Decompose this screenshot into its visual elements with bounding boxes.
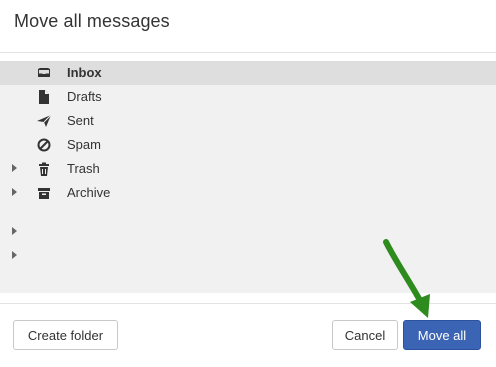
- folder-item-sent[interactable]: Sent: [0, 109, 496, 133]
- folder-item-inbox[interactable]: Inbox: [0, 61, 496, 85]
- trash-icon: [36, 161, 52, 177]
- folder-item-drafts[interactable]: Drafts: [0, 85, 496, 109]
- archive-icon: [36, 185, 52, 201]
- folder-label: Inbox: [67, 65, 102, 80]
- folder-item-spam[interactable]: Spam: [0, 133, 496, 157]
- folder-item-archive[interactable]: Archive: [0, 181, 496, 205]
- folder-label: Drafts: [67, 89, 102, 104]
- dialog-header: Move all messages: [0, 0, 496, 53]
- expand-caret-icon[interactable]: [12, 164, 17, 172]
- create-folder-button[interactable]: Create folder: [13, 320, 118, 350]
- dialog-title: Move all messages: [14, 11, 170, 31]
- move-all-button[interactable]: Move all: [403, 320, 481, 350]
- folder-label: Archive: [67, 185, 111, 200]
- inbox-icon: [36, 65, 52, 81]
- drafts-icon: [36, 89, 52, 105]
- folder-label: Spam: [67, 137, 101, 152]
- folder-label: Sent: [67, 113, 94, 128]
- expand-caret-icon[interactable]: [12, 188, 17, 196]
- cancel-button[interactable]: Cancel: [332, 320, 398, 350]
- sent-icon: [36, 113, 52, 129]
- spam-icon: [36, 137, 52, 153]
- folder-item-trash[interactable]: Trash: [0, 157, 496, 181]
- dialog-footer: Create folder Cancel Move all: [0, 303, 496, 367]
- move-all-dialog: Move all messages Inbox Drafts Sent Spam…: [0, 0, 496, 366]
- expand-caret-icon[interactable]: [12, 251, 17, 259]
- folder-tree[interactable]: Inbox Drafts Sent Spam Trash Archive: [0, 61, 496, 293]
- folder-label: Trash: [67, 161, 100, 176]
- expand-caret-icon[interactable]: [12, 227, 17, 235]
- folder-item-unnamed[interactable]: [0, 244, 496, 268]
- folder-item-unnamed[interactable]: [0, 220, 496, 244]
